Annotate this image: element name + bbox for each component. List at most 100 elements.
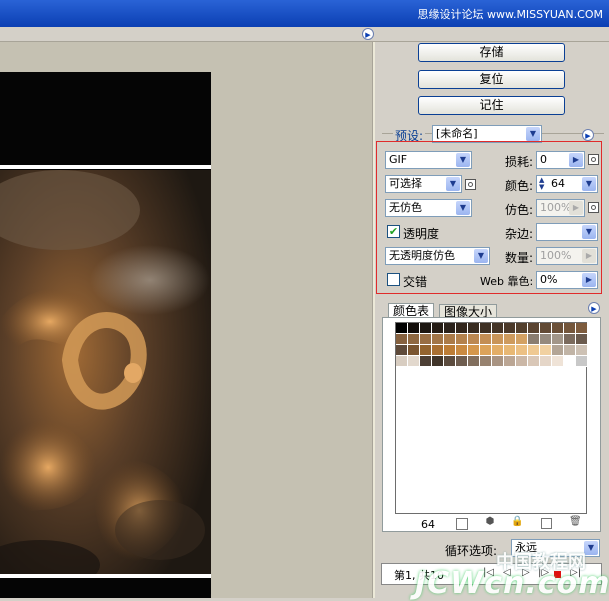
color-swatch[interactable] [516, 345, 528, 356]
color-swatch[interactable] [528, 323, 540, 334]
color-swatch[interactable] [468, 323, 480, 334]
color-swatch[interactable] [552, 334, 564, 345]
color-swatch[interactable] [396, 356, 408, 367]
cube-icon[interactable]: ⬢ [484, 516, 496, 528]
lossy-input[interactable]: 0 ▶ [536, 151, 585, 169]
websnap-input[interactable]: 0% ▶ [536, 271, 598, 289]
color-swatch[interactable] [576, 323, 588, 334]
color-swatch[interactable] [540, 356, 552, 367]
transparency-checkbox[interactable]: ✔ [387, 225, 400, 238]
color-swatch[interactable] [528, 356, 540, 367]
color-swatch[interactable] [540, 323, 552, 334]
color-swatch[interactable] [420, 323, 432, 334]
color-table-menu-icon[interactable]: ▶ [588, 302, 600, 314]
preset-menu-icon[interactable]: ▶ [582, 129, 594, 141]
color-swatch[interactable] [552, 356, 564, 367]
color-swatch[interactable] [516, 334, 528, 345]
lossy-label: 损耗: [505, 155, 534, 169]
panel-menu-arrow-icon[interactable]: ▶ [362, 28, 374, 40]
reset-button[interactable]: 复位 [418, 70, 565, 89]
save-button[interactable]: 存储 [418, 43, 565, 62]
chevron-down-icon: ▼ [474, 249, 488, 263]
color-swatch[interactable] [420, 334, 432, 345]
color-swatch[interactable] [516, 356, 528, 367]
dither-value: 无仿色 [389, 201, 422, 214]
color-swatch[interactable] [468, 334, 480, 345]
color-swatch[interactable] [564, 323, 576, 334]
new-color-icon[interactable] [541, 518, 552, 529]
interlaced-checkbox[interactable] [387, 273, 400, 286]
reduction-select[interactable]: 可选择 ▼ [385, 175, 462, 193]
color-swatch[interactable] [420, 356, 432, 367]
color-swatch[interactable] [456, 356, 468, 367]
color-swatch[interactable] [444, 356, 456, 367]
colors-input[interactable]: ▲ ▼ 64 ▼ [536, 175, 598, 193]
reduction-mask-icon[interactable] [465, 179, 476, 190]
color-swatch[interactable] [576, 356, 588, 367]
stepper-icon[interactable]: ▲ ▼ [539, 177, 544, 191]
color-swatch[interactable] [396, 323, 408, 334]
color-swatch[interactable] [564, 345, 576, 356]
interlaced-label: 交错 [403, 275, 428, 289]
color-swatch[interactable] [480, 323, 492, 334]
color-swatch[interactable] [456, 345, 468, 356]
color-swatch[interactable] [432, 334, 444, 345]
matte-select[interactable]: ▼ [536, 223, 598, 241]
color-swatch[interactable] [576, 345, 588, 356]
web-safe-icon[interactable] [456, 518, 468, 530]
color-swatch[interactable] [468, 356, 480, 367]
color-swatch[interactable] [504, 323, 516, 334]
color-swatch[interactable] [396, 345, 408, 356]
dither-mask-icon[interactable] [588, 202, 599, 213]
color-swatch[interactable] [504, 356, 516, 367]
color-swatch[interactable] [564, 356, 576, 367]
color-swatch[interactable] [408, 345, 420, 356]
chevron-right-icon[interactable]: ▶ [569, 153, 583, 167]
color-swatch[interactable] [528, 345, 540, 356]
chevron-down-icon: ▼ [446, 177, 460, 191]
remember-button[interactable]: 记住 [418, 96, 565, 115]
color-swatch[interactable] [432, 345, 444, 356]
color-swatch[interactable] [492, 356, 504, 367]
color-swatch[interactable] [552, 345, 564, 356]
color-swatch[interactable] [420, 345, 432, 356]
color-swatch[interactable] [444, 334, 456, 345]
color-swatch[interactable] [576, 334, 588, 345]
color-swatch[interactable] [408, 356, 420, 367]
color-swatch[interactable] [552, 323, 564, 334]
lossy-mask-icon[interactable] [588, 154, 599, 165]
reduction-value: 可选择 [389, 177, 422, 190]
color-swatch[interactable] [492, 323, 504, 334]
tab-color-table[interactable]: 颜色表 [388, 303, 435, 318]
color-swatch[interactable] [480, 334, 492, 345]
color-swatch[interactable] [468, 345, 480, 356]
color-swatch[interactable] [516, 323, 528, 334]
color-swatch[interactable] [432, 323, 444, 334]
color-swatch[interactable] [564, 334, 576, 345]
color-swatch[interactable] [540, 345, 552, 356]
color-swatch-grid[interactable] [395, 322, 588, 514]
format-select[interactable]: GIF ▼ [385, 151, 472, 169]
color-swatch[interactable] [456, 334, 468, 345]
trash-icon[interactable]: 🗑 [569, 516, 582, 528]
color-swatch[interactable] [504, 334, 516, 345]
color-swatch[interactable] [480, 356, 492, 367]
color-swatch[interactable] [408, 334, 420, 345]
dither-select[interactable]: 无仿色 ▼ [385, 199, 472, 217]
color-swatch[interactable] [396, 334, 408, 345]
color-swatch[interactable] [456, 323, 468, 334]
transparency-dither-select[interactable]: 无透明度仿色 ▼ [385, 247, 490, 265]
lock-icon[interactable]: 🔒 [511, 516, 523, 528]
color-swatch[interactable] [444, 345, 456, 356]
color-swatch[interactable] [444, 323, 456, 334]
color-swatch[interactable] [492, 345, 504, 356]
chevron-right-icon[interactable]: ▶ [582, 273, 596, 287]
dither-amount-value: 100% [540, 201, 572, 214]
color-swatch[interactable] [528, 334, 540, 345]
color-swatch[interactable] [408, 323, 420, 334]
color-swatch[interactable] [504, 345, 516, 356]
color-swatch[interactable] [480, 345, 492, 356]
color-swatch[interactable] [492, 334, 504, 345]
color-swatch[interactable] [432, 356, 444, 367]
color-swatch[interactable] [540, 334, 552, 345]
